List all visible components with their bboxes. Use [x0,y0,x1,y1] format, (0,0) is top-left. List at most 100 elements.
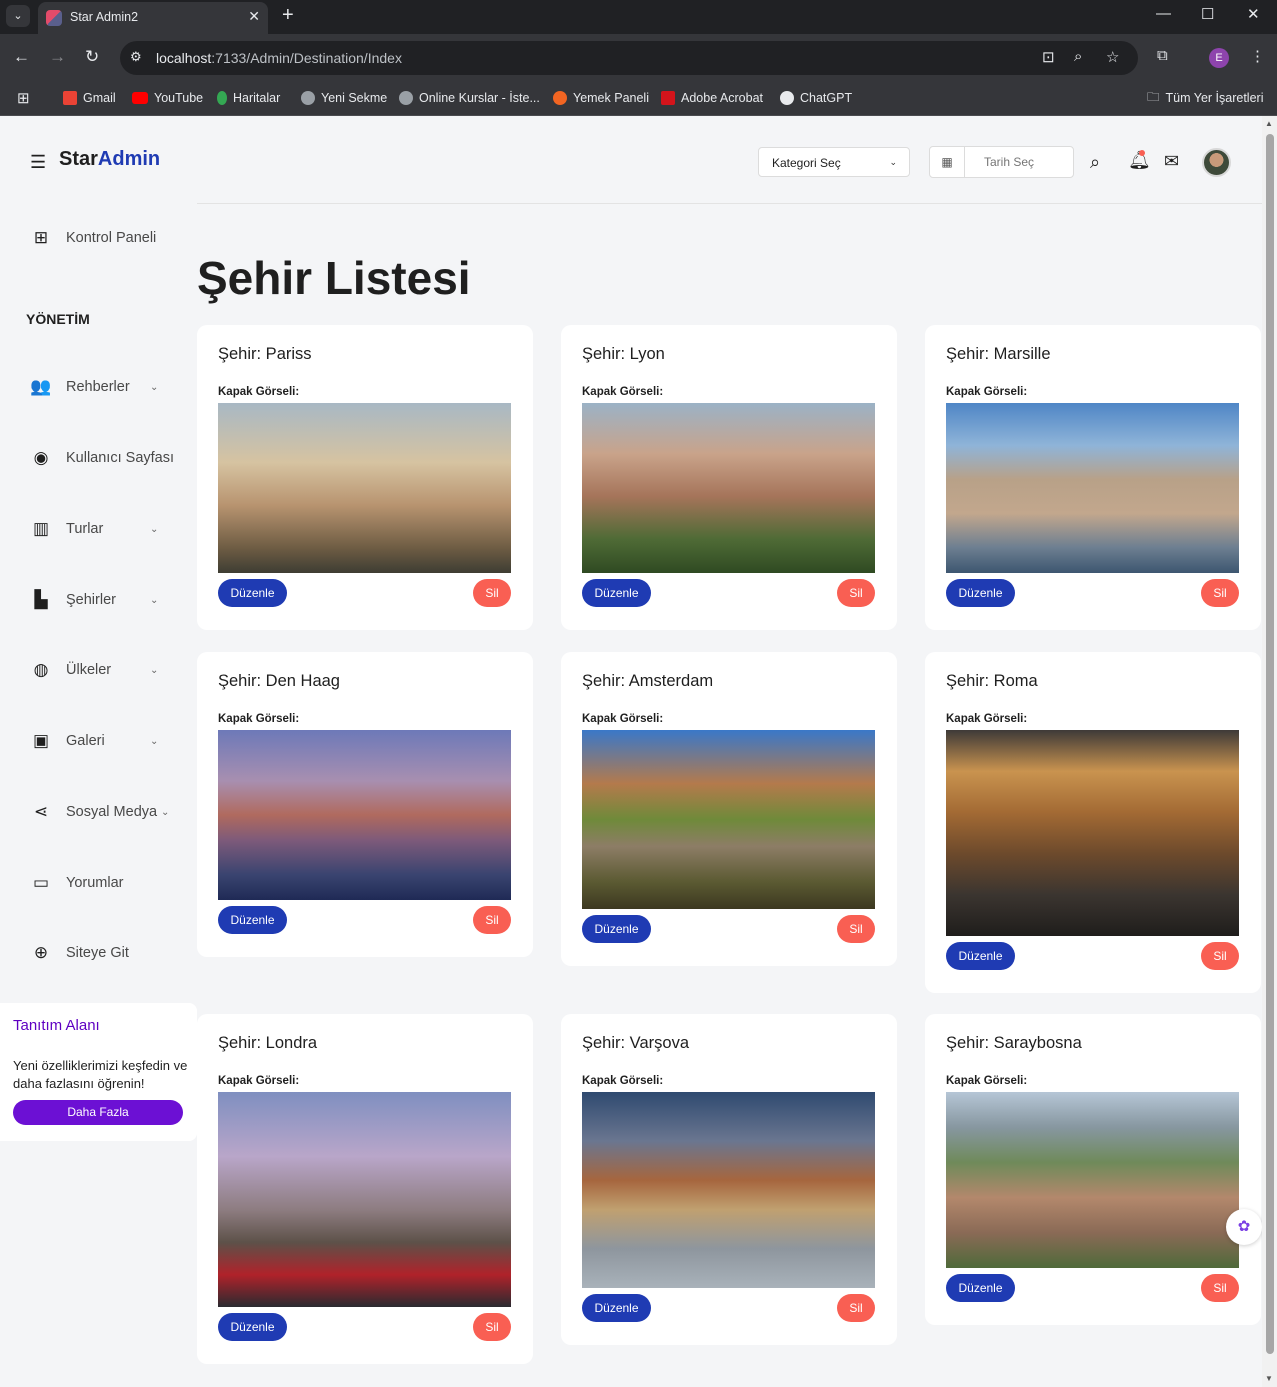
scroll-up-icon[interactable]: ▲ [1265,119,1273,128]
delete-button[interactable]: Sil [1201,1274,1239,1302]
app-logo[interactable]: StarAdmin [59,148,160,171]
delete-button[interactable]: Sil [1201,579,1239,607]
city-title: Şehir: Roma [946,672,1038,690]
all-bookmarks[interactable]: 🗀 Tüm Yer İşaretleri [1147,88,1263,108]
sidebar-section-title: YÖNETİM [26,311,90,327]
category-select[interactable]: Kategori Seç ⌄ [758,147,910,177]
city-title: Şehir: Den Haag [218,672,340,690]
city-title: Şehir: Varşova [582,1034,689,1052]
search-icon[interactable]: ⌕ [1090,152,1100,173]
delete-button[interactable]: Sil [473,906,511,934]
globe-icon [399,91,413,105]
site-info-icon[interactable]: ⚙ [130,49,142,65]
sidebar-item-user-page[interactable]: ◉ Kullanıcı Sayfası [30,443,190,473]
chatgpt-icon [780,91,794,105]
bookmark-maps[interactable]: Haritalar [217,88,280,108]
calendar-icon[interactable]: ▦ [930,147,965,177]
bookmark-youtube[interactable]: YouTube [132,88,203,108]
close-tab-icon[interactable]: ✕ [248,8,260,25]
delete-button[interactable]: Sil [473,1313,511,1341]
delete-button[interactable]: Sil [837,579,875,607]
edit-button[interactable]: Düzenle [218,906,287,934]
city-card: Şehir: Lyon Kapak Görseli: Düzenle Sil [561,325,897,630]
profile-avatar[interactable]: E [1209,48,1229,68]
sidebar-item-tours[interactable]: ▥ Turlar ⌄ [30,514,190,544]
extensions-icon[interactable]: ⧉ [1157,47,1168,64]
city-cover-image [582,1092,875,1288]
city-card: Şehir: Marsille Kapak Görseli: Düzenle S… [925,325,1261,630]
sidebar-item-go-to-site[interactable]: ⊕ Siteye Git [30,938,190,968]
bookmark-online-courses[interactable]: Online Kurslar - İste... [399,88,540,108]
delete-button[interactable]: Sil [473,579,511,607]
city-cover-image [218,403,511,573]
menu-dots-icon[interactable]: ⋮ [1250,47,1265,65]
favicon-icon [46,10,62,26]
chevron-down-icon: ⌄ [150,735,159,747]
bookmark-gmail[interactable]: Gmail [63,88,116,108]
edit-button[interactable]: Düzenle [218,1313,287,1341]
hamburger-menu-icon[interactable]: ☰ [30,152,46,173]
sidebar-item-gallery[interactable]: ▣ Galeri ⌄ [30,726,190,756]
sidebar-item-cities[interactable]: ▙ Şehirler ⌄ [30,585,190,615]
assistant-brain-icon[interactable]: ✿ [1226,1209,1262,1245]
cover-image-label: Kapak Görseli: [582,1075,664,1087]
close-window-icon[interactable]: ✕ [1247,5,1260,23]
avatar[interactable] [1202,148,1231,177]
promo-more-button[interactable]: Daha Fazla [13,1100,183,1125]
new-tab-button[interactable]: + [282,4,294,27]
sidebar-item-guides[interactable]: 👥 Rehberler ⌄ [30,372,190,402]
date-picker[interactable]: ▦ [929,146,1074,178]
bookmark-star-icon[interactable]: ☆ [1106,48,1119,66]
tab-title: Star Admin2 [70,10,139,24]
cover-image-label: Kapak Görseli: [582,713,664,725]
sidebar-item-social-media[interactable]: ⋖ Sosyal Medya ⌄ [30,797,190,827]
mail-icon[interactable]: ✉ [1164,151,1179,172]
edit-button[interactable]: Düzenle [946,1274,1015,1302]
sidebar-item-dashboard[interactable]: ⊞ Kontrol Paneli [30,223,190,253]
folder-icon: 🗀 [1147,89,1160,104]
header-divider [197,203,1262,204]
cover-image-label: Kapak Görseli: [218,1075,300,1087]
browser-tab[interactable]: Star Admin2 ✕ [38,2,268,34]
city-cover-image [218,1092,511,1307]
zoom-icon[interactable]: ⌕ [1074,48,1082,65]
address-bar[interactable]: ⚙ localhost:7133/Admin/Destination/Index… [120,41,1138,75]
bookmarks-bar: ⊞ Gmail YouTube Haritalar Yeni Sekme Onl… [0,82,1277,116]
scroll-thumb[interactable] [1266,134,1274,1354]
translate-icon[interactable]: ⊡ [1042,48,1055,66]
globe-icon: ◍ [33,660,49,679]
edit-button[interactable]: Düzenle [946,942,1015,970]
cover-image-label: Kapak Görseli: [946,1075,1028,1087]
scrollbar[interactable]: ▲ ▼ [1262,116,1277,1387]
acrobat-icon [661,91,675,105]
edit-button[interactable]: Düzenle [582,579,651,607]
gmail-icon [63,91,77,105]
city-title: Şehir: Londra [218,1034,318,1052]
edit-button[interactable]: Düzenle [218,579,287,607]
maximize-icon[interactable]: ☐ [1201,5,1214,23]
bookmark-chatgpt[interactable]: ChatGPT [780,88,852,108]
sidebar-item-comments[interactable]: ▭ Yorumlar [30,868,190,898]
reload-icon[interactable]: ↻ [85,47,99,67]
city-card: Şehir: Varşova Kapak Görseli: Düzenle Si… [561,1014,897,1345]
delete-button[interactable]: Sil [1201,942,1239,970]
edit-button[interactable]: Düzenle [946,579,1015,607]
edit-button[interactable]: Düzenle [582,915,651,943]
bookmark-new-tab[interactable]: Yeni Sekme [301,88,387,108]
sidebar: ☰ StarAdmin ⊞ Kontrol Paneli YÖNETİM 👥 R… [0,116,197,1387]
forward-icon[interactable]: → [49,47,66,67]
back-icon[interactable]: ← [13,47,30,67]
delete-button[interactable]: Sil [837,1294,875,1322]
sidebar-item-countries[interactable]: ◍ Ülkeler ⌄ [30,655,190,685]
edit-button[interactable]: Düzenle [582,1294,651,1322]
city-cover-image [218,730,511,900]
bookmark-food-panel[interactable]: Yemek Paneli [553,88,649,108]
tab-search-button[interactable]: ⌄ [6,5,30,27]
bookmark-acrobat[interactable]: Adobe Acrobat [661,88,763,108]
delete-button[interactable]: Sil [837,915,875,943]
minimize-icon[interactable]: — [1156,5,1171,22]
apps-grid-icon[interactable]: ⊞ [17,89,30,107]
date-input[interactable] [966,147,1072,177]
scroll-down-icon[interactable]: ▼ [1265,1374,1273,1383]
cover-image-label: Kapak Görseli: [946,713,1028,725]
